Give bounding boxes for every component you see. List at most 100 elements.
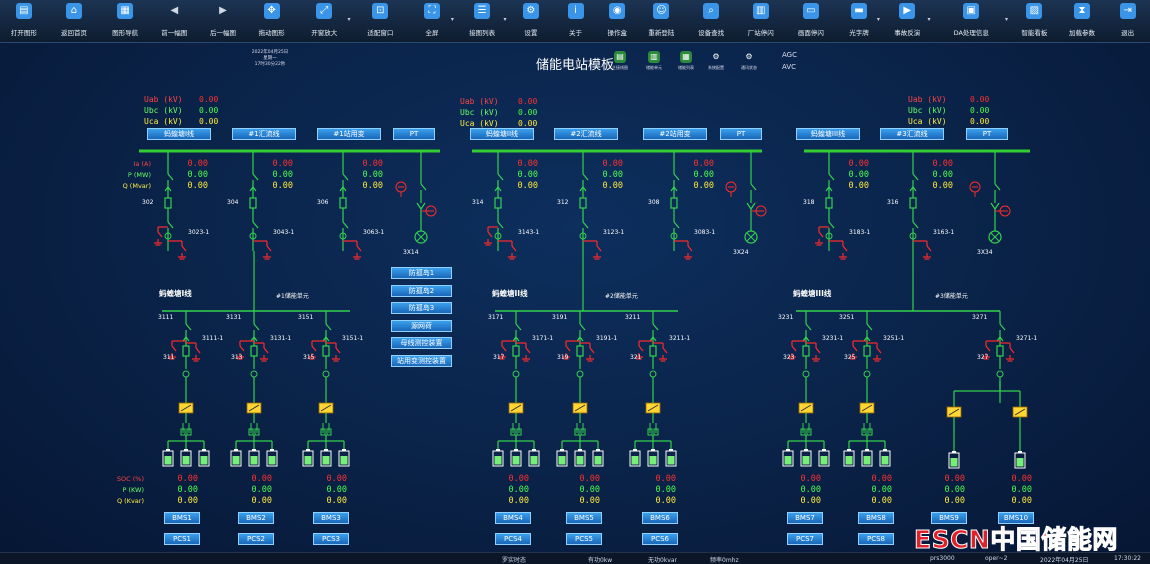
bay-button[interactable]: #3汇流线 [880, 128, 944, 140]
toolbar-button-hourglass[interactable]: ⧗ 加载参数 [1059, 0, 1106, 43]
command-button[interactable]: 防孤岛1 [391, 267, 452, 279]
voltage-value: 0.00 [970, 117, 990, 126]
toolbar-button-fullscreen[interactable]: ⛶ 全屏 ▾ [408, 0, 456, 43]
toolbar-button-zoom-window[interactable]: ⤢ 开窗放大 ▾ [296, 0, 353, 43]
bms-button[interactable]: BMS4 [495, 512, 531, 524]
soc-value: 0.00 [579, 496, 600, 506]
mini-button-system-config[interactable]: ⚙ 系统配置 [699, 51, 733, 71]
feeder-value: 0.00 [187, 181, 208, 191]
bms-button[interactable]: BMS5 [566, 512, 602, 524]
pcs-button[interactable]: PCS7 [787, 533, 823, 545]
command-button[interactable]: 源网荷 [391, 319, 452, 332]
toolbar-button-home[interactable]: ⌂ 返回首页 [48, 0, 101, 43]
bms-button[interactable]: BMS8 [858, 512, 894, 524]
bms-button[interactable]: BMS7 [787, 512, 823, 524]
pcs-button[interactable]: PCS3 [313, 533, 349, 545]
bms-button[interactable]: BMS2 [238, 512, 274, 524]
toolbar-button-signboard[interactable]: ▬ 光字牌 ▾ [836, 0, 882, 43]
isolator-icon [252, 173, 259, 181]
breaker-icon [250, 345, 258, 357]
line-title: 蚂蝗塘III线 [793, 289, 832, 298]
battery-cap-icon [306, 449, 310, 451]
grid-icon: ▦ [117, 3, 134, 19]
toolbar-label: 接图列表 [469, 29, 496, 37]
mini-button-comm-status[interactable]: ⚙ 通讯状态 [732, 51, 766, 71]
bay-button[interactable]: #2站用变 [643, 128, 707, 140]
mini-button-storage-unit[interactable]: ▥ 储能单元 [637, 51, 671, 71]
command-button[interactable]: 防孤岛3 [391, 302, 452, 315]
ground-switch-icon [876, 347, 882, 354]
pt-button[interactable]: PT [393, 128, 435, 140]
soc-value: 0.00 [251, 496, 272, 506]
toolbar-button-operation-box[interactable]: ◉ 操作盒 [598, 0, 637, 43]
toolbar-button-dashboard[interactable]: ▨ 智能看板 [1010, 0, 1059, 43]
toolbar-button-gear[interactable]: ⚙ 设置 [508, 0, 553, 43]
soc-value: 0.00 [177, 485, 198, 495]
soc-value: 0.00 [944, 474, 965, 484]
bay-button[interactable]: 蚂蝗塘I线 [147, 128, 211, 140]
bms-button[interactable]: BMS3 [313, 512, 349, 524]
ground-switch-icon [181, 245, 187, 252]
toolbar-button-playback[interactable]: ▶ 事故反演 ▾ [882, 0, 933, 43]
isolator-icon [805, 323, 812, 331]
pt-button[interactable]: PT [966, 128, 1008, 140]
breaker-label: 323 [783, 354, 795, 361]
toolbar-label: 打开图形 [10, 29, 37, 37]
feeder-label: P (MW) [127, 171, 151, 179]
toolbar-button-station[interactable]: ▥ 厂站停闪 [736, 0, 786, 43]
command-button[interactable]: 站用变测控装置 [391, 355, 452, 367]
breaker-icon [825, 197, 833, 209]
battery-level-icon [164, 456, 172, 465]
ground-label: 3271-1 [1016, 335, 1038, 342]
battery-cap-icon [786, 449, 790, 451]
bms-button[interactable]: BMS1 [164, 512, 200, 524]
ground-label: 3231-1 [822, 335, 844, 342]
pcs-button[interactable]: PCS4 [495, 533, 531, 545]
toolbar-button-next[interactable]: ▶ 后一幅图 [199, 0, 248, 43]
pt-button[interactable]: PT [720, 128, 762, 140]
bay-button[interactable]: #1站用变 [317, 128, 381, 140]
ground-switch-icon [195, 347, 201, 354]
toolbar-button-prev[interactable]: ◀ 前一幅图 [150, 0, 199, 43]
mini-button-storage-list[interactable]: ▦ 储能列表 [669, 51, 703, 71]
bay-button[interactable]: #2汇流线 [554, 128, 618, 140]
command-button[interactable]: 防孤岛2 [391, 284, 452, 297]
toolbar-label: 前一幅图 [161, 29, 188, 37]
bay-button[interactable]: #1汇流线 [232, 128, 296, 140]
bms-button[interactable]: BMS6 [642, 512, 678, 524]
mini-label: 系统配置 [708, 65, 724, 70]
fuse-icon [746, 202, 756, 211]
pcs-button[interactable]: PCS1 [164, 533, 200, 545]
isolator-icon [167, 221, 174, 229]
status-active-power: 有功0kw [588, 557, 613, 564]
pcs-button[interactable]: PCS5 [566, 533, 602, 545]
ground-switch-icon [157, 231, 163, 238]
feeder-value: 0.00 [848, 181, 869, 191]
battery-cap-icon [1018, 451, 1022, 453]
soc-value: 0.00 [508, 474, 529, 484]
toolbar-button-grid[interactable]: ▦ 图形导航 [100, 0, 150, 43]
pcs-button[interactable]: PCS6 [642, 533, 678, 545]
mini-button-main-wiring[interactable]: ▤ 主接线图 [603, 51, 637, 71]
toolbar-button-folder-open[interactable]: ▤ 打开图形 [0, 0, 48, 43]
pcs-button[interactable]: PCS8 [858, 533, 894, 545]
toolbar-button-users[interactable]: ☺ 重新登陆 [637, 0, 687, 43]
toolbar-button-exit[interactable]: ⇥ 退出 [1105, 0, 1150, 43]
voltage-value: 0.00 [199, 117, 219, 126]
toolbar-button-screen[interactable]: ▭ 画面停闪 [786, 0, 837, 43]
toolbar-button-da-info[interactable]: ▣ DA处理信息 ▾ [933, 0, 1010, 43]
toolbar-button-list[interactable]: ☰ 接图列表 ▾ [456, 0, 509, 43]
toolbar-button-info[interactable]: i 关于 [553, 0, 598, 43]
ground-label: 3083-1 [694, 229, 716, 236]
toolbar-button-move[interactable]: ✥ 拖动图形 [247, 0, 296, 43]
toolbar-button-fit-window[interactable]: ⊡ 适配窗口 [353, 0, 409, 43]
bay-button[interactable]: 蚂蝗塘II线 [470, 128, 534, 140]
toolbar-button-search[interactable]: ⌕ 设备查找 [686, 0, 736, 43]
main-wiring-icon: ▤ [614, 51, 626, 63]
pcs-button[interactable]: PCS2 [238, 533, 274, 545]
feeder-label: Ia (A) [133, 160, 152, 168]
transformer-label: 3X14 [403, 249, 419, 256]
voltage-values-2: 0.00 0.00 0.00 [518, 96, 537, 129]
bay-button[interactable]: 蚂蝗塘III线 [796, 128, 860, 140]
command-button[interactable]: 母线测控装置 [391, 337, 452, 350]
